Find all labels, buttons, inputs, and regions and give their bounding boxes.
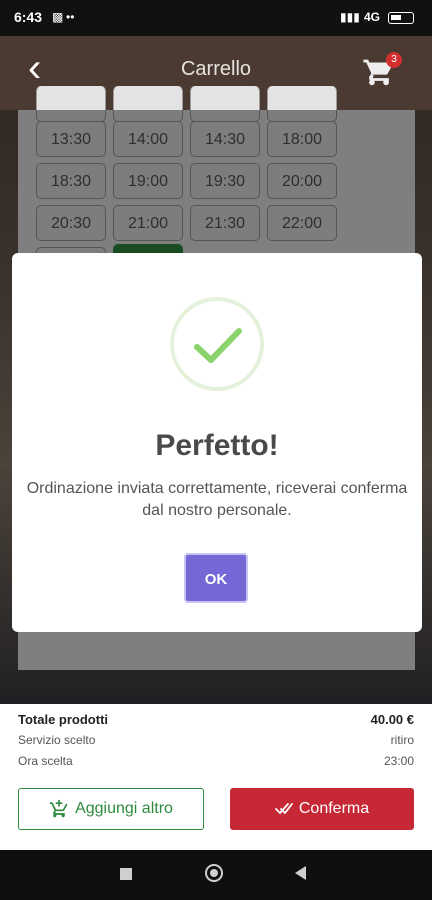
check-icon <box>194 328 242 363</box>
network-label: 4G <box>364 10 381 24</box>
add-more-label: Aggiungi altro <box>75 800 173 817</box>
summary-ora-row: Ora scelta 23:00 <box>18 754 414 768</box>
status-time: 6:43 <box>14 9 43 25</box>
dots-icon: •• <box>66 10 75 24</box>
system-nav-bar <box>0 850 432 900</box>
confirm-button[interactable]: Conferma <box>230 788 414 830</box>
servizio-label: Servizio scelto <box>18 733 96 747</box>
totale-value: 40.00 € <box>370 712 414 727</box>
status-bar: 6:43 ▩ •• ▮▮▮ 4G <box>0 0 432 36</box>
home-icon[interactable] <box>205 864 223 882</box>
ok-button[interactable]: OK <box>184 553 248 603</box>
servizio-value: ritiro <box>390 733 414 747</box>
success-dialog: Perfetto! Ordinazione inviata correttame… <box>12 253 422 632</box>
battery-icon <box>388 12 414 24</box>
dialog-message: Ordinazione inviata correttamente, ricev… <box>26 480 408 519</box>
notification-icon: ▩ <box>52 10 64 24</box>
back-icon[interactable] <box>295 866 306 880</box>
cart-plus-icon <box>49 799 68 818</box>
order-summary: Totale prodotti 40.00 € Servizio scelto … <box>0 704 432 850</box>
confirm-label: Conferma <box>298 800 370 817</box>
ora-value: 23:00 <box>383 754 414 768</box>
recents-icon[interactable] <box>120 868 132 880</box>
double-check-icon <box>274 803 293 814</box>
signal-icon: ▮▮▮ <box>340 10 360 24</box>
totale-label: Totale prodotti <box>18 712 109 727</box>
dialog-heading: Perfetto! <box>155 429 279 462</box>
summary-totale-row: Totale prodotti 40.00 € <box>18 712 414 727</box>
ora-label: Ora scelta <box>18 754 73 768</box>
add-more-button[interactable]: Aggiungi altro <box>18 788 204 830</box>
cart-badge: 3 <box>386 52 402 68</box>
summary-servizio-row: Servizio scelto ritiro <box>18 733 414 747</box>
